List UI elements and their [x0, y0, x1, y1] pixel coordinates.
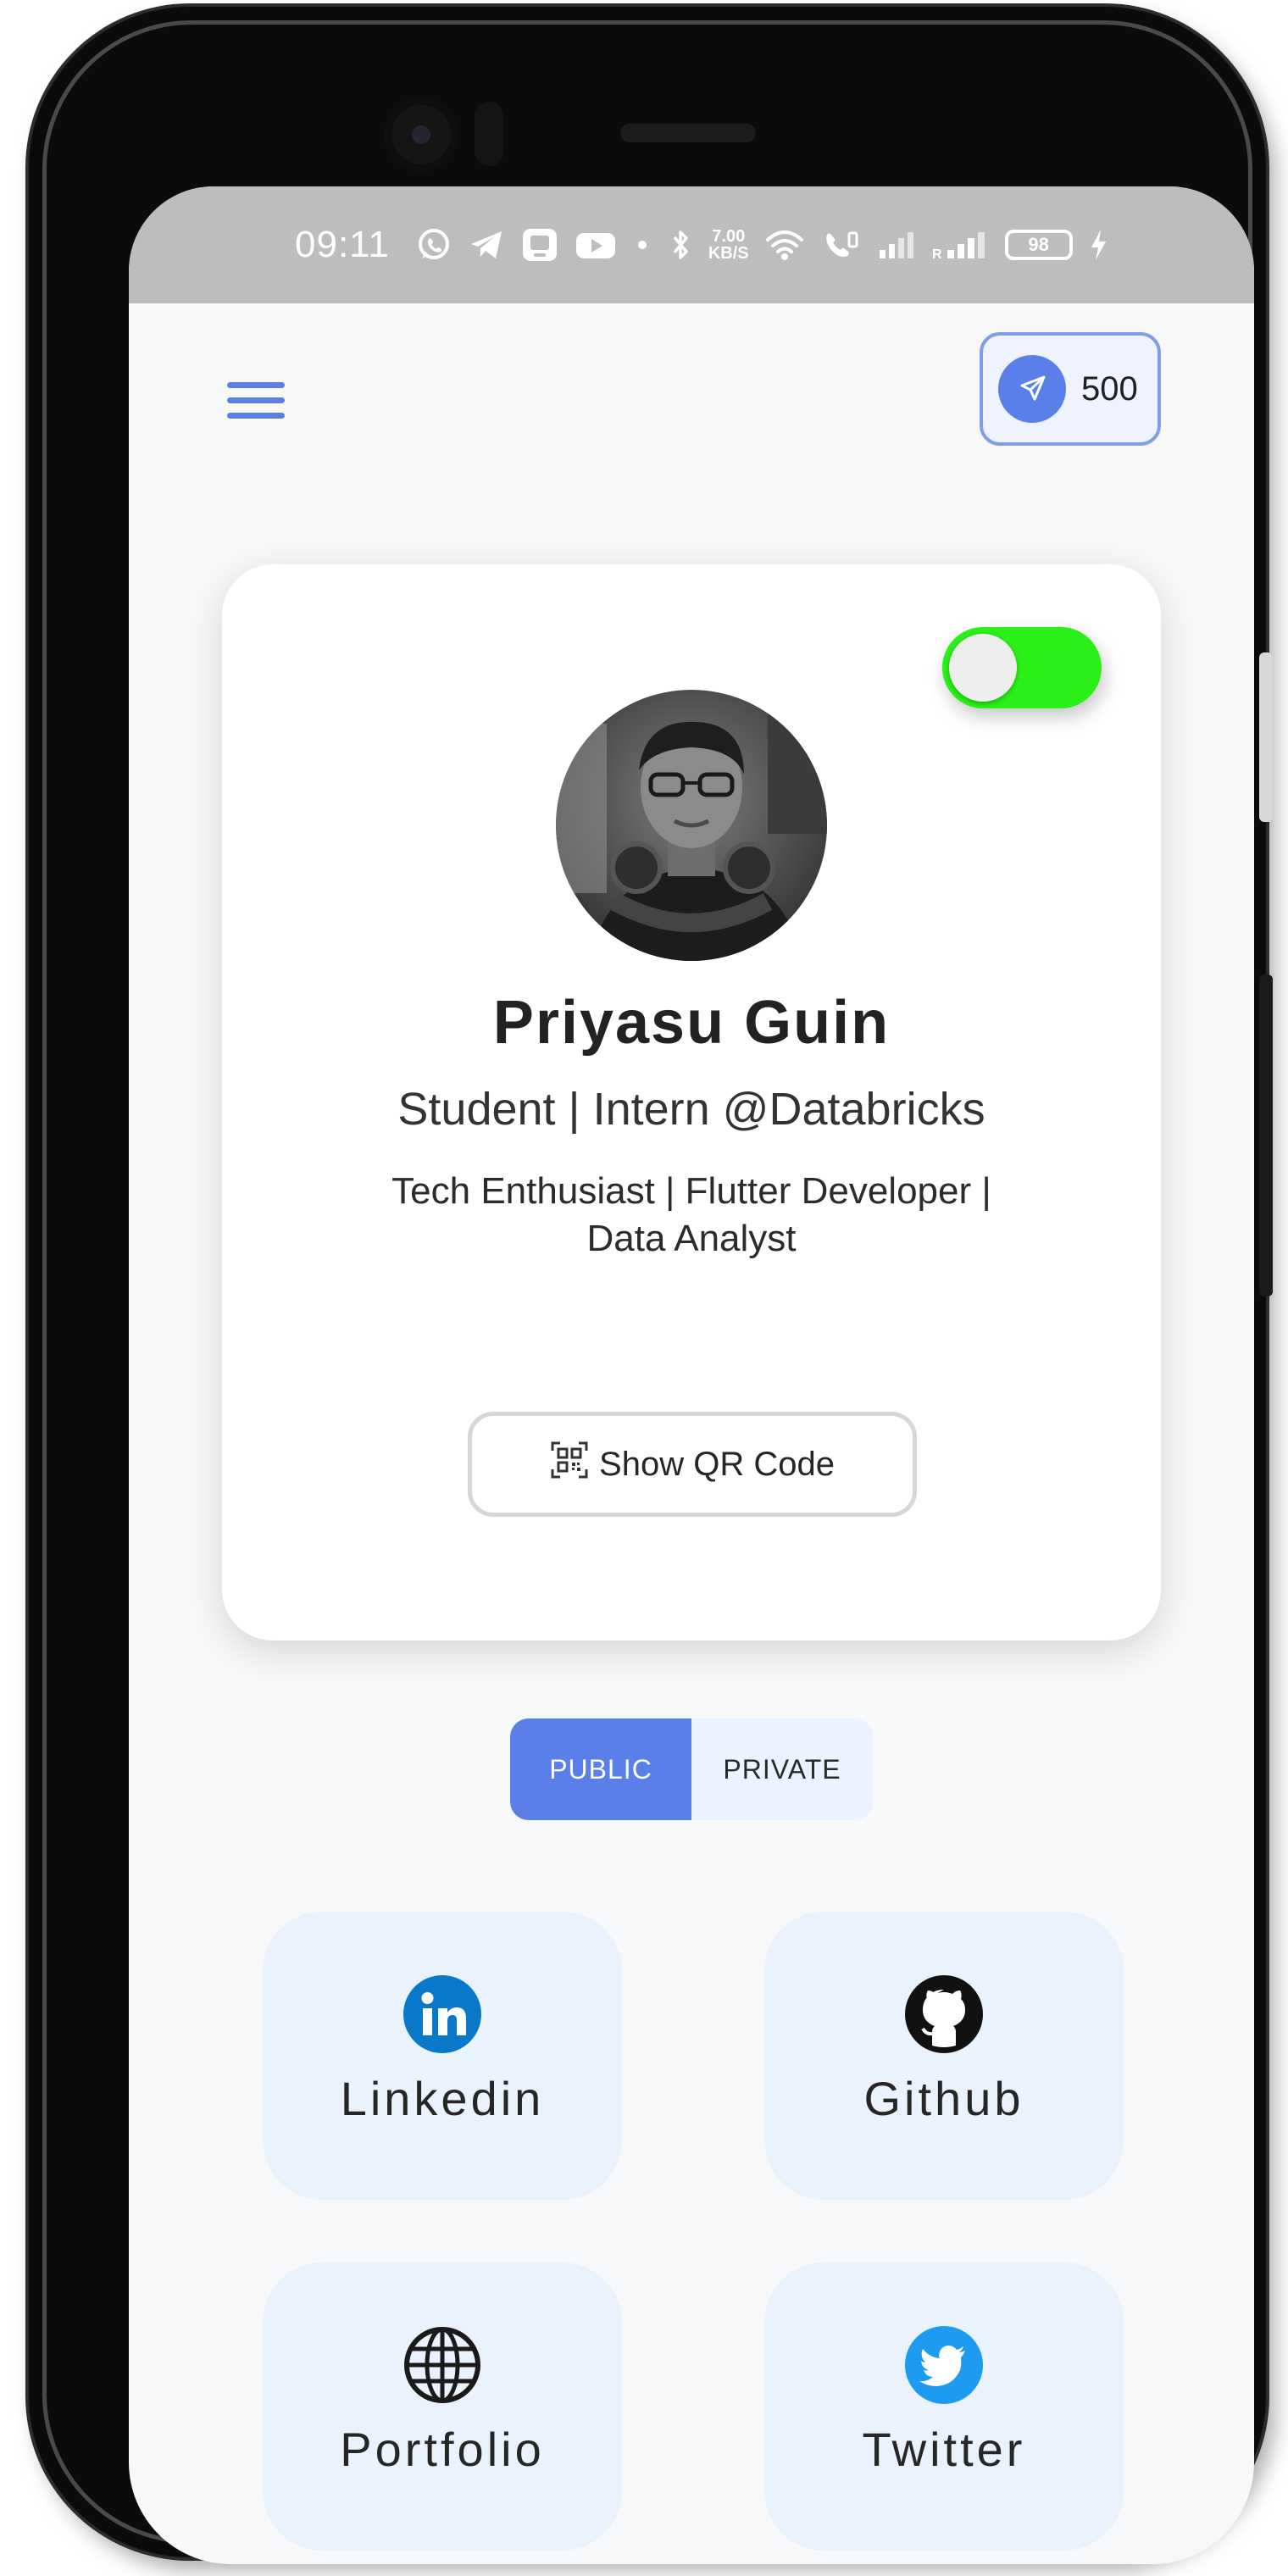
menu-bar-line	[227, 381, 285, 388]
notification-dot-icon	[632, 226, 652, 264]
tile-label: Github	[863, 2072, 1024, 2125]
phone-frame: 09:11 7.00 KB/S R 98 500 Priyasu Guin St…	[29, 7, 1266, 2564]
earpiece-speaker	[620, 124, 756, 142]
status-time: 09:11	[295, 224, 390, 265]
charging-bolt-icon	[1088, 226, 1108, 264]
points-chip[interactable]: 500	[980, 332, 1161, 446]
volte-call-icon	[820, 226, 861, 264]
points-value: 500	[1081, 369, 1138, 408]
link-tile-portfolio[interactable]: Portfolio	[263, 2262, 622, 2551]
link-tile-twitter[interactable]: Twitter	[764, 2262, 1124, 2551]
toggle-knob	[949, 634, 1017, 702]
avatar	[556, 690, 827, 961]
svg-text:R: R	[932, 247, 942, 262]
signal-strength-roaming-icon: R	[930, 226, 990, 264]
qr-button-label: Show QR Code	[599, 1445, 835, 1483]
show-qr-code-button[interactable]: Show QR Code	[468, 1412, 917, 1517]
proximity-sensor	[475, 102, 503, 166]
visibility-toggle[interactable]	[942, 627, 1102, 708]
side-button-volume	[1259, 974, 1273, 1296]
tab-public[interactable]: PUBLIC	[510, 1718, 691, 1820]
link-tile-linkedin[interactable]: Linkedin	[263, 1912, 622, 2200]
profile-name: Priyasu Guin	[492, 989, 891, 1057]
tile-label: Portfolio	[340, 2423, 545, 2476]
network-speed-unit: KB/S	[708, 244, 749, 263]
qr-code-icon	[550, 1441, 589, 1488]
bluetooth-icon	[668, 226, 693, 264]
github-icon	[904, 1974, 984, 2054]
globe-icon	[402, 2325, 482, 2405]
app-screen: 09:11 7.00 KB/S R 98 500 Priyasu Guin St…	[129, 186, 1254, 2564]
media-app-icon	[520, 226, 559, 264]
status-icons: 7.00 KB/S R 98	[415, 226, 1108, 264]
visibility-segmented-control: PUBLIC PRIVATE	[510, 1718, 873, 1820]
tile-label: Twitter	[862, 2423, 1026, 2476]
menu-bar-line	[227, 397, 285, 403]
twitter-icon	[904, 2325, 984, 2405]
whatsapp-icon	[415, 226, 452, 264]
send-arrow-icon	[998, 355, 1066, 423]
status-bar: 09:11 7.00 KB/S R 98	[129, 186, 1254, 303]
linkedin-icon	[402, 1974, 482, 2054]
profile-bio: Tech Enthusiast | Flutter Developer | Da…	[391, 1170, 991, 1259]
signal-strength-icon	[876, 226, 915, 264]
battery-indicator: 98	[1004, 230, 1073, 260]
front-camera	[385, 98, 458, 171]
youtube-icon	[575, 226, 617, 264]
network-speed-value: 7.00	[712, 227, 746, 246]
menu-button[interactable]	[227, 369, 288, 430]
telegram-icon	[468, 226, 505, 264]
link-tile-github[interactable]: Github	[764, 1912, 1124, 2200]
tab-private[interactable]: PRIVATE	[691, 1718, 873, 1820]
network-speed: 7.00 KB/S	[708, 228, 749, 262]
menu-bar-line	[227, 412, 285, 419]
tile-label: Linkedin	[340, 2072, 545, 2125]
wifi-icon	[764, 226, 805, 264]
profile-role: Student | Intern @Databricks	[397, 1084, 985, 1135]
profile-card: Priyasu Guin Student | Intern @Databrick…	[222, 564, 1161, 1641]
side-button-power	[1259, 652, 1273, 822]
